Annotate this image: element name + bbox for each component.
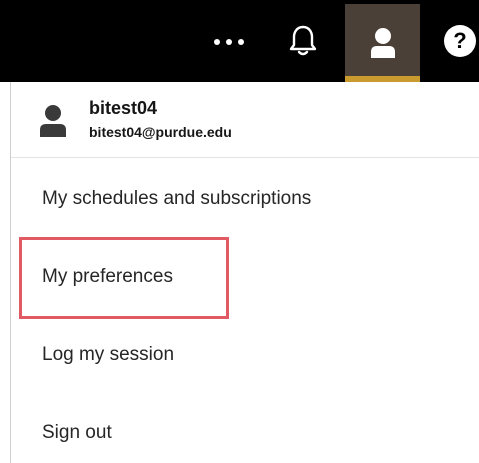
- more-dot: [226, 39, 232, 45]
- user-menu-button[interactable]: [345, 4, 420, 82]
- profile-username: bitest04: [89, 98, 158, 118]
- notifications-button[interactable]: [278, 16, 328, 66]
- menu-item-schedules-subscriptions[interactable]: My schedules and subscriptions: [42, 188, 311, 210]
- user-icon: [370, 28, 395, 58]
- notification-bell-icon: [289, 25, 317, 56]
- menu-item-log-my-session[interactable]: Log my session: [42, 344, 174, 366]
- help-button[interactable]: ?: [444, 25, 476, 57]
- help-icon: ?: [453, 28, 467, 53]
- menu-item-sign-out[interactable]: Sign out: [42, 422, 112, 444]
- profile-email: bitest04@purdue.edu: [89, 124, 232, 140]
- highlight-annotation-box: [19, 237, 229, 319]
- user-profile-header: bitest04 bitest04@purdue.edu: [11, 82, 479, 158]
- person-icon: [40, 105, 66, 137]
- more-options-button[interactable]: [200, 22, 258, 62]
- top-navigation-bar: ?: [0, 0, 479, 82]
- more-dot: [238, 39, 244, 45]
- more-horizontal-icon: [214, 39, 220, 45]
